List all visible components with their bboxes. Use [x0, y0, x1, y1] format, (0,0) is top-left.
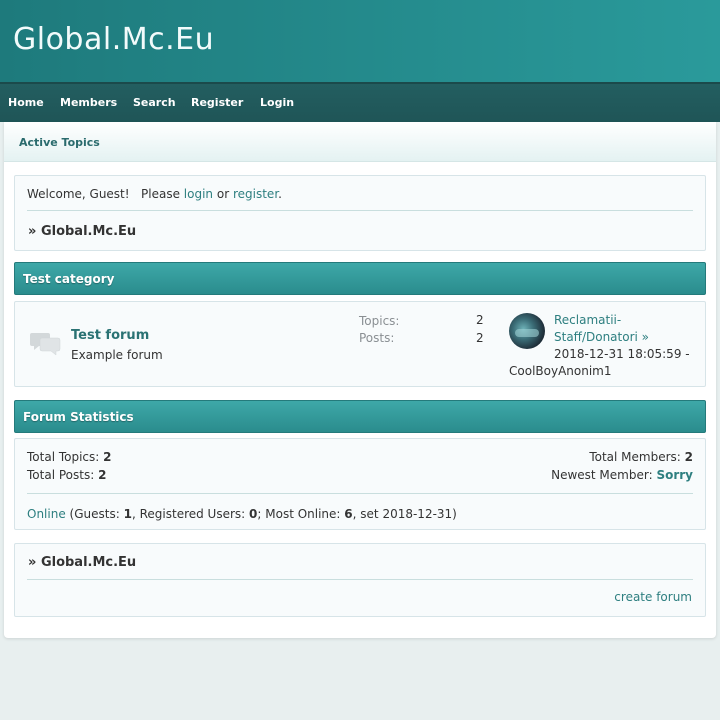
stats-box: Total Topics: 2 Total Posts: 2 Total Mem…	[14, 438, 706, 530]
total-posts-label: Total Posts:	[27, 468, 95, 482]
most-online-date: , set 2018-12-31)	[352, 507, 457, 521]
newest-member: Newest Member: Sorry	[551, 468, 693, 482]
last-poster-avatar[interactable]	[509, 313, 545, 349]
total-topics: Total Topics: 2	[27, 450, 112, 464]
nav-home[interactable]: Home	[8, 96, 44, 109]
total-topics-label: Total Topics:	[27, 450, 100, 464]
total-members: Total Members: 2	[589, 450, 693, 464]
stats-title: Forum Statistics	[23, 410, 134, 424]
breadcrumb: » Global.Mc.Eu	[28, 224, 136, 239]
welcome-or: or	[216, 187, 230, 201]
main-content: Active Topics Welcome, Guest! Please log…	[4, 122, 716, 638]
forum-bubble-icon	[30, 330, 62, 359]
welcome-period: .	[278, 187, 282, 201]
site-header: Global.Mc.Eu	[0, 0, 720, 82]
online-link[interactable]: Online	[27, 507, 66, 521]
total-topics-value: 2	[103, 450, 112, 464]
stats-header: Forum Statistics	[14, 400, 706, 433]
welcome-message: Welcome, Guest! Please login or register…	[27, 187, 282, 201]
login-link[interactable]: login	[184, 187, 213, 201]
stats-divider	[27, 493, 693, 494]
category-header: Test category	[14, 262, 706, 295]
category-title[interactable]: Test category	[23, 272, 114, 286]
footer-divider	[27, 579, 693, 580]
welcome-divider	[27, 210, 693, 211]
last-post-topic-line2[interactable]: Staff/Donatori	[554, 330, 638, 344]
posts-count: 2	[476, 331, 484, 345]
total-members-label: Total Members:	[589, 450, 681, 464]
forum-title[interactable]: Test forum	[71, 328, 149, 343]
nav-register[interactable]: Register	[191, 96, 243, 109]
register-link[interactable]: register	[233, 187, 278, 201]
last-post-arrow[interactable]: »	[642, 330, 649, 344]
last-post-topic-line2-wrap: Staff/Donatori »	[554, 330, 649, 344]
registered-label: , Registered Users:	[131, 507, 246, 521]
posts-label: Posts:	[359, 331, 395, 345]
nav-search[interactable]: Search	[133, 96, 176, 109]
guests-count: 1	[123, 507, 132, 521]
last-post-author[interactable]: CoolBoyAnonim1	[509, 364, 612, 378]
create-forum-link[interactable]: create forum	[614, 590, 692, 604]
newest-member-label: Newest Member:	[551, 468, 653, 482]
last-post-datetime: 2018-12-31 18:05:59 -	[554, 347, 690, 361]
footer-breadcrumb: » Global.Mc.Eu	[28, 555, 136, 570]
topics-label: Topics:	[359, 314, 400, 328]
online-stats: Online (Guests: 1, Registered Users: 0; …	[27, 507, 457, 521]
footer-breadcrumb-marker: »	[28, 555, 37, 570]
footer-box: » Global.Mc.Eu create forum	[14, 543, 706, 617]
welcome-box: Welcome, Guest! Please login or register…	[14, 175, 706, 251]
total-posts-value: 2	[98, 468, 107, 482]
main-nav: Home Members Search Register Login	[0, 82, 720, 122]
footer-breadcrumb-home[interactable]: Global.Mc.Eu	[41, 555, 136, 570]
forum-description: Example forum	[71, 348, 163, 362]
site-title[interactable]: Global.Mc.Eu	[13, 22, 214, 57]
newest-member-link[interactable]: Sorry	[656, 468, 693, 482]
active-topics-link[interactable]: Active Topics	[19, 136, 100, 149]
nav-login[interactable]: Login	[260, 96, 294, 109]
guests-label: (Guests:	[69, 507, 120, 521]
nav-members[interactable]: Members	[60, 96, 117, 109]
total-posts: Total Posts: 2	[27, 468, 106, 482]
topics-count: 2	[476, 313, 484, 327]
total-members-value: 2	[684, 450, 693, 464]
last-post-topic-line1[interactable]: Reclamatii-	[554, 313, 621, 327]
welcome-text: Welcome, Guest! Please	[27, 187, 180, 201]
most-online-label: ; Most Online:	[257, 507, 341, 521]
forum-row: Test forum Example forum Topics: 2 Posts…	[14, 301, 706, 387]
breadcrumb-home[interactable]: Global.Mc.Eu	[41, 224, 136, 239]
sub-navigation: Active Topics	[4, 122, 716, 162]
breadcrumb-marker: »	[28, 224, 37, 239]
most-online-count: 6	[344, 507, 353, 521]
